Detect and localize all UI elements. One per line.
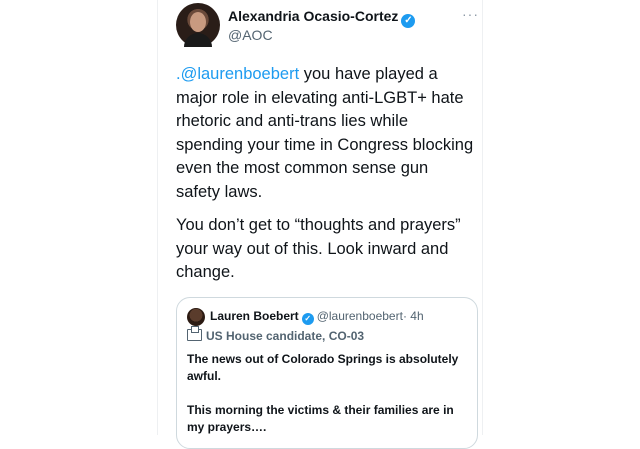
more-options-icon[interactable]: ··· <box>462 6 479 22</box>
tweet-text: .@laurenboebert you have played a major … <box>176 63 476 285</box>
author-name-text: Alexandria Ocasio-Cortez <box>228 8 399 24</box>
tweet-paragraph-2: You don’t get to “thoughts and prayers” … <box>176 216 461 281</box>
ballot-box-icon <box>187 326 202 341</box>
author-avatar[interactable] <box>176 3 220 47</box>
quoted-tweet-time: · 4h <box>402 309 424 323</box>
quoted-author-avatar[interactable] <box>187 308 205 326</box>
quoted-author-name[interactable]: Lauren Boebert <box>210 309 299 323</box>
quoted-paragraph-2: This morning the victims & their familie… <box>187 403 454 434</box>
quoted-tweet-text: The news out of Colorado Springs is abso… <box>187 351 469 436</box>
tweet-paragraph-1: .@laurenboebert you have played a major … <box>176 63 476 204</box>
quoted-author-line: Lauren Boebert ✓ @laurenboebert· 4h <box>210 309 424 325</box>
author-name[interactable]: Alexandria Ocasio-Cortez ✓ <box>228 8 416 28</box>
quoted-tweet[interactable]: Lauren Boebert ✓ @laurenboebert· 4h US Hou… <box>176 297 478 449</box>
quoted-author-handle[interactable]: @laurenboebert <box>317 309 403 323</box>
quoted-paragraph-1: The news out of Colorado Springs is abso… <box>187 352 459 383</box>
candidate-label: US House candidate, CO-03 <box>187 326 365 343</box>
candidate-label-text: US House candidate, CO-03 <box>206 329 365 343</box>
avatar-shirt <box>184 33 212 47</box>
verified-badge-icon: ✓ <box>401 14 416 28</box>
author-handle[interactable]: @AOC <box>228 27 273 43</box>
quoted-verified-badge-icon: ✓ <box>301 313 314 325</box>
avatar-face <box>190 12 206 32</box>
tweet-card: Alexandria Ocasio-Cortez ✓ @AOC ··· .@lau… <box>158 0 482 449</box>
mention-link[interactable]: .@laurenboebert <box>176 65 299 83</box>
tweet-paragraph-1-text: you have played a major role in elevatin… <box>176 65 474 201</box>
